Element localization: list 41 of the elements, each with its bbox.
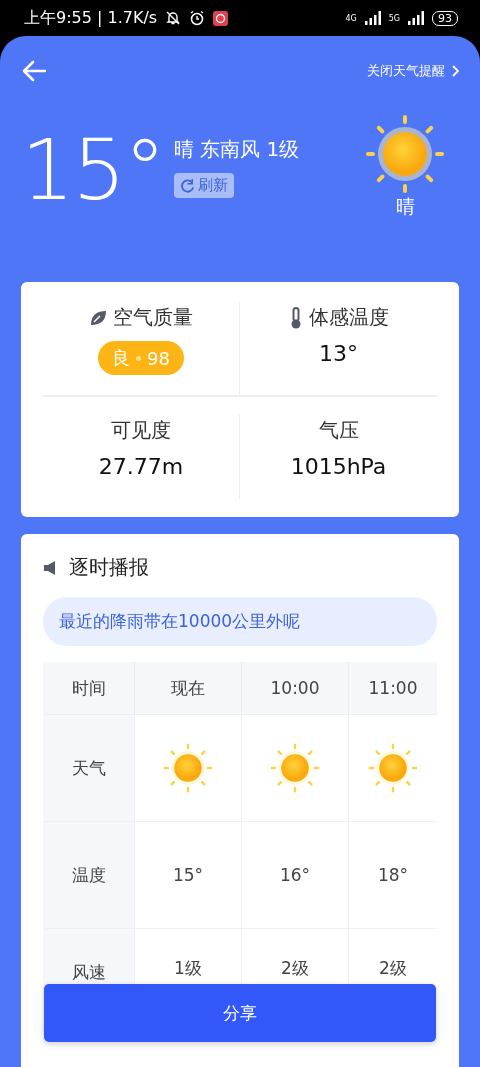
row-label-cell: 温度	[43, 822, 135, 929]
network-type: 5G	[388, 13, 400, 23]
close-reminder-link[interactable]: 关闭天气提醒	[367, 62, 459, 80]
air-quality-badge: 良 98	[98, 341, 184, 375]
detail-label: 可见度	[111, 417, 171, 444]
detail-label: 气压	[318, 417, 359, 444]
signal-icon	[364, 11, 381, 25]
table-header-cell: 10:00	[242, 662, 349, 715]
sun-icon	[365, 114, 445, 194]
sun-icon	[163, 743, 213, 793]
table-cell: 16°	[242, 822, 349, 929]
share-button[interactable]: 分享	[44, 984, 436, 1042]
alarm-icon	[189, 10, 206, 26]
weather-condition: 晴	[395, 194, 415, 219]
detail-label: 体感温度	[308, 304, 389, 331]
detail-value: 13°	[319, 341, 358, 366]
status-time: 上午9:55 | 1.7K/s	[24, 7, 158, 29]
sun-icon	[368, 743, 418, 793]
current-temperature: 15°	[21, 128, 164, 221]
refresh-button[interactable]: 刷新	[173, 173, 234, 198]
weather-summary: 晴 东南风 1级	[173, 136, 300, 163]
chevron-right-icon	[451, 65, 459, 77]
battery-level: 93	[432, 10, 458, 26]
app-icon	[213, 10, 229, 26]
detail-value: 1015hPa	[290, 454, 387, 479]
rain-notice: 最近的降雨带在10000公里外呢	[43, 597, 437, 646]
detail-label: 空气质量	[113, 304, 193, 331]
signal-icon	[408, 11, 424, 25]
row-label-cell: 天气	[43, 715, 135, 822]
refresh-icon	[179, 178, 195, 193]
leaf-icon	[89, 308, 107, 327]
bell-off-icon	[165, 10, 182, 26]
back-arrow-icon[interactable]	[21, 59, 47, 83]
detail-value: 27.77m	[98, 454, 184, 479]
table-cell: 15°	[135, 822, 242, 929]
table-header-cell: 11:00	[349, 662, 437, 715]
network-type: 4G	[345, 13, 357, 23]
table-header-cell: 现在	[135, 662, 242, 715]
sun-icon	[270, 743, 320, 793]
table-header-cell: 时间	[43, 662, 135, 715]
section-title: 逐时播报	[69, 554, 149, 581]
